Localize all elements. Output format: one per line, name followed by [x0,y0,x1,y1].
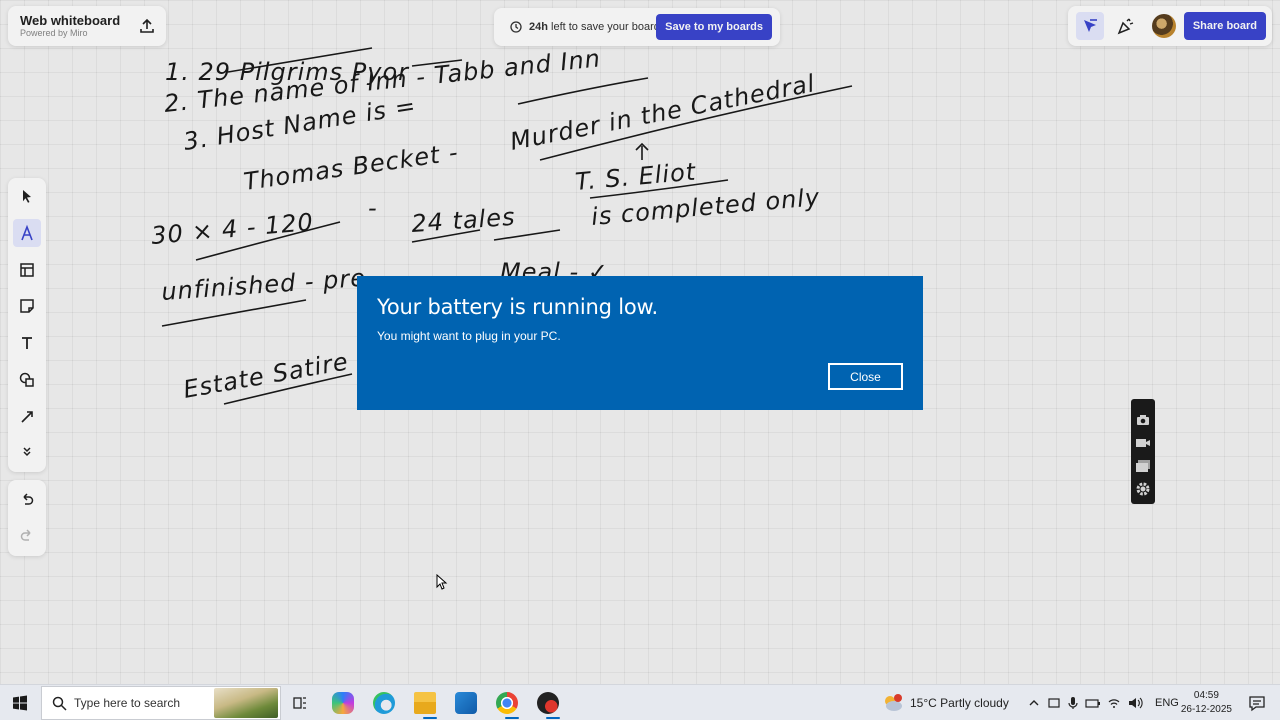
windows-taskbar: Type here to search 15°C Partly cloudy E… [0,684,1280,720]
recorder-app[interactable] [532,685,564,720]
folder-icon [414,692,436,714]
clock-time: 04:59 [1193,690,1219,701]
microphone-icon[interactable] [1067,696,1079,710]
task-view-button[interactable] [285,685,315,720]
task-view-icon [293,697,306,709]
chevron-up-icon[interactable] [1027,696,1041,710]
search-placeholder: Type here to search [74,696,181,710]
notification-body: You might want to plug in your PC. [377,329,561,343]
notification-close-button[interactable]: Close [828,363,903,390]
notification-center-icon[interactable] [1248,694,1266,712]
edge-app[interactable] [368,685,400,720]
windows-logo-icon [13,695,27,711]
battery-notification: Your battery is running low. You might w… [357,276,923,410]
mail-app-icon [455,692,477,714]
weather-text: 15°C Partly cloudy [910,696,1009,710]
edge-browser-icon [373,692,395,714]
search-highlight-image [214,688,278,718]
clock-date: 26-12-2025 [1180,704,1232,715]
search-icon [52,696,67,711]
chrome-app[interactable] [491,685,523,720]
mouse-pointer-icon [436,574,448,590]
copilot-icon [332,692,354,714]
weather-widget[interactable]: 15°C Partly cloudy [882,685,1009,720]
tablet-mode-icon[interactable] [1047,696,1061,710]
taskbar-clock[interactable]: 04:59 26-12-2025 [1181,689,1232,717]
outlook-app[interactable] [450,685,482,720]
battery-icon[interactable] [1085,696,1101,710]
chrome-browser-icon [496,692,518,714]
volume-icon[interactable] [1127,696,1143,710]
start-button[interactable] [0,685,40,720]
partly-cloudy-icon [885,694,902,711]
copilot-app[interactable] [327,685,359,720]
wifi-icon[interactable] [1107,696,1121,710]
language-indicator[interactable]: ENG [1155,697,1179,709]
recorder-app-icon [537,692,559,714]
notification-title: Your battery is running low. [377,295,658,319]
file-explorer-app[interactable] [409,685,441,720]
system-tray: ENG [1027,685,1179,720]
taskbar-search-box[interactable]: Type here to search [41,686,281,720]
